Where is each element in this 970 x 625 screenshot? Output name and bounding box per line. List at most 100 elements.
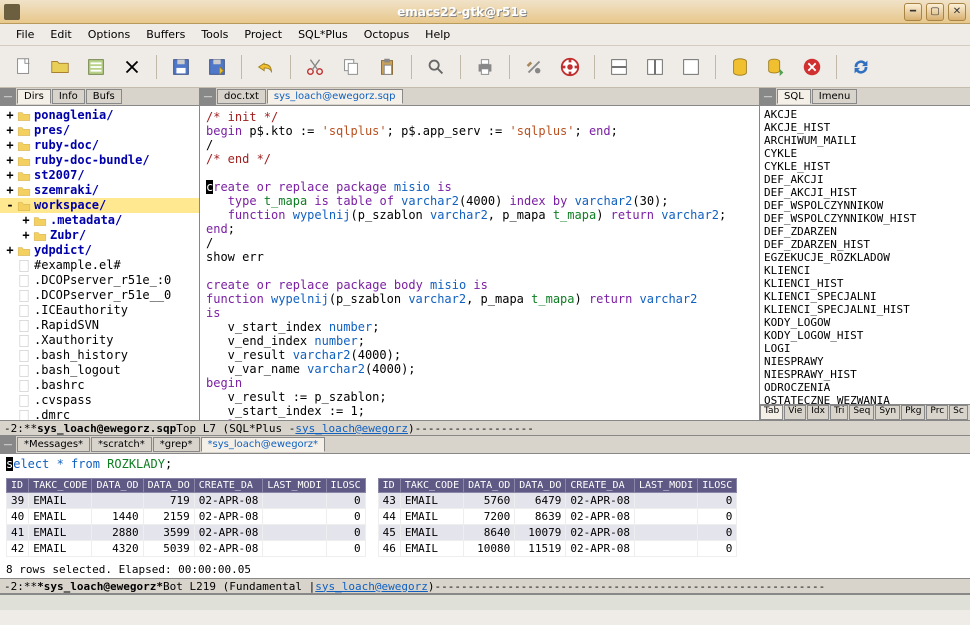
- sql-object-item[interactable]: AKCJE: [764, 108, 966, 121]
- right-tab-sql[interactable]: SQL: [777, 89, 811, 104]
- refresh-icon[interactable]: [847, 53, 875, 81]
- sql-object-item[interactable]: DEF_AKCJI: [764, 173, 966, 186]
- center-tab-doc[interactable]: doc.txt: [217, 89, 266, 104]
- preferences-icon[interactable]: [520, 53, 548, 81]
- col-header[interactable]: ILOSC: [698, 479, 737, 493]
- modeline2-link[interactable]: sys_loach@ewegorz: [315, 580, 428, 593]
- tree-twist-icon[interactable]: +: [4, 138, 16, 153]
- tree-file[interactable]: #example.el#: [0, 258, 199, 273]
- copy-icon[interactable]: [337, 53, 365, 81]
- database-connect-icon[interactable]: [762, 53, 790, 81]
- right-btab-syn[interactable]: Syn: [875, 405, 900, 420]
- help-icon[interactable]: [556, 53, 584, 81]
- sql-object-list[interactable]: AKCJEAKCJE_HISTARCHIWUM_MAILICYKLECYKLE_…: [760, 106, 970, 404]
- tree-file[interactable]: .DCOPserver_r51e_:0: [0, 273, 199, 288]
- table-row[interactable]: 44EMAIL7200863902-APR-080: [378, 509, 737, 525]
- table-row[interactable]: 43EMAIL5760647902-APR-080: [378, 493, 737, 509]
- bottom-tab-prefix-icon[interactable]: —: [0, 436, 16, 453]
- undo-icon[interactable]: [252, 53, 280, 81]
- sql-object-item[interactable]: KLIENCI: [764, 264, 966, 277]
- tree-twist-icon[interactable]: +: [4, 183, 16, 198]
- sql-object-item[interactable]: EGZEKUCJE_ROZKLADOW: [764, 251, 966, 264]
- right-btab-idx[interactable]: Idx: [807, 405, 829, 420]
- table-row[interactable]: 46EMAIL100801151902-APR-080: [378, 541, 737, 557]
- tree-twist-icon[interactable]: +: [4, 153, 16, 168]
- paste-icon[interactable]: [373, 53, 401, 81]
- center-tab-sqp[interactable]: sys_loach@ewegorz.sqp: [267, 89, 403, 104]
- tree-twist-icon[interactable]: +: [4, 108, 16, 123]
- tree-file[interactable]: .bashrc: [0, 378, 199, 393]
- print-icon[interactable]: [471, 53, 499, 81]
- sql-object-item[interactable]: CYKLE_HIST: [764, 160, 966, 173]
- table-row[interactable]: 41EMAIL2880359902-APR-080: [7, 525, 366, 541]
- left-tab-dirs[interactable]: Dirs: [17, 89, 51, 104]
- col-header[interactable]: LAST_MODI: [263, 479, 326, 493]
- table-row[interactable]: 45EMAIL86401007902-APR-080: [378, 525, 737, 541]
- sql-object-item[interactable]: KLIENCI_SPECJALNI: [764, 290, 966, 303]
- right-tab-prefix-icon[interactable]: —: [760, 88, 776, 105]
- menu-help[interactable]: Help: [417, 25, 458, 44]
- menu-file[interactable]: File: [8, 25, 42, 44]
- center-tab-prefix-icon[interactable]: —: [200, 88, 216, 105]
- sql-object-item[interactable]: DEF_WSPOLCZYNNIKOW_HIST: [764, 212, 966, 225]
- sql-object-item[interactable]: DEF_WSPOLCZYNNIKOW: [764, 199, 966, 212]
- sql-object-item[interactable]: NIESPRAWY: [764, 355, 966, 368]
- tree-folder[interactable]: +ponaglenia/: [0, 108, 199, 123]
- bottom-tab-scratch[interactable]: *scratch*: [91, 437, 152, 452]
- sql-object-item[interactable]: KLIENCI_SPECJALNI_HIST: [764, 303, 966, 316]
- menu-project[interactable]: Project: [236, 25, 290, 44]
- directory-tree[interactable]: +ponaglenia/+pres/+ruby-doc/+ruby-doc-bu…: [0, 106, 199, 420]
- bottom-tab-grep[interactable]: *grep*: [153, 437, 200, 452]
- tree-file[interactable]: .RapidSVN: [0, 318, 199, 333]
- bottom-tab-sysloach[interactable]: *sys_loach@ewegorz*: [201, 437, 326, 452]
- tree-file[interactable]: .bash_history: [0, 348, 199, 363]
- sql-query-pane[interactable]: select * from ROZKLADY;: [0, 454, 970, 474]
- menu-buffers[interactable]: Buffers: [138, 25, 193, 44]
- maximize-button[interactable]: ▢: [926, 3, 944, 21]
- sql-object-item[interactable]: AKCJE_HIST: [764, 121, 966, 134]
- menu-options[interactable]: Options: [80, 25, 138, 44]
- menu-edit[interactable]: Edit: [42, 25, 79, 44]
- tree-twist-icon[interactable]: +: [4, 243, 16, 258]
- right-btab-prc[interactable]: Prc: [926, 405, 948, 420]
- new-file-icon[interactable]: [10, 53, 38, 81]
- open-folder-icon[interactable]: [46, 53, 74, 81]
- sql-object-item[interactable]: KLIENCI_HIST: [764, 277, 966, 290]
- search-icon[interactable]: [422, 53, 450, 81]
- left-tab-bufs[interactable]: Bufs: [86, 89, 122, 104]
- col-header[interactable]: TAKC_CODE: [29, 479, 92, 493]
- sql-object-item[interactable]: NIESPRAWY_HIST: [764, 368, 966, 381]
- table-row[interactable]: 40EMAIL1440215902-APR-080: [7, 509, 366, 525]
- tree-file[interactable]: .DCOPserver_r51e__0: [0, 288, 199, 303]
- close-window-button[interactable]: ✕: [948, 3, 966, 21]
- tree-folder[interactable]: +szemraki/: [0, 183, 199, 198]
- sql-object-item[interactable]: DEF_AKCJI_HIST: [764, 186, 966, 199]
- single-window-icon[interactable]: [677, 53, 705, 81]
- col-header[interactable]: DATA_DO: [515, 479, 566, 493]
- col-header[interactable]: CREATE_DA: [566, 479, 635, 493]
- right-btab-seq[interactable]: Seq: [849, 405, 874, 420]
- sql-object-item[interactable]: CYKLE: [764, 147, 966, 160]
- sql-object-item[interactable]: KODY_LOGOW: [764, 316, 966, 329]
- col-header[interactable]: DATA_OD: [464, 479, 515, 493]
- table-row[interactable]: 42EMAIL4320503902-APR-080: [7, 541, 366, 557]
- col-header[interactable]: DATA_DO: [143, 479, 194, 493]
- menu-octopus[interactable]: Octopus: [356, 25, 417, 44]
- menu-tools[interactable]: Tools: [193, 25, 236, 44]
- dired-icon[interactable]: [82, 53, 110, 81]
- col-header[interactable]: ILOSC: [326, 479, 365, 493]
- col-header[interactable]: LAST_MODI: [635, 479, 698, 493]
- tree-folder[interactable]: +ruby-doc-bundle/: [0, 153, 199, 168]
- menu-sqlplus[interactable]: SQL*Plus: [290, 25, 356, 44]
- left-tab-prefix-icon[interactable]: —: [0, 88, 16, 105]
- col-header[interactable]: TAKC_CODE: [400, 479, 463, 493]
- sql-object-item[interactable]: KODY_LOGOW_HIST: [764, 329, 966, 342]
- cut-icon[interactable]: [301, 53, 329, 81]
- tree-file[interactable]: .Xauthority: [0, 333, 199, 348]
- tree-folder[interactable]: +Zubr/: [0, 228, 199, 243]
- right-btab-tab[interactable]: Tab: [760, 405, 783, 420]
- right-btab-sc[interactable]: Sc: [949, 405, 968, 420]
- save-icon[interactable]: [167, 53, 195, 81]
- sql-object-item[interactable]: DEF_ZDARZEN_HIST: [764, 238, 966, 251]
- sql-object-item[interactable]: OSTATECZNE_WEZWANIA: [764, 394, 966, 404]
